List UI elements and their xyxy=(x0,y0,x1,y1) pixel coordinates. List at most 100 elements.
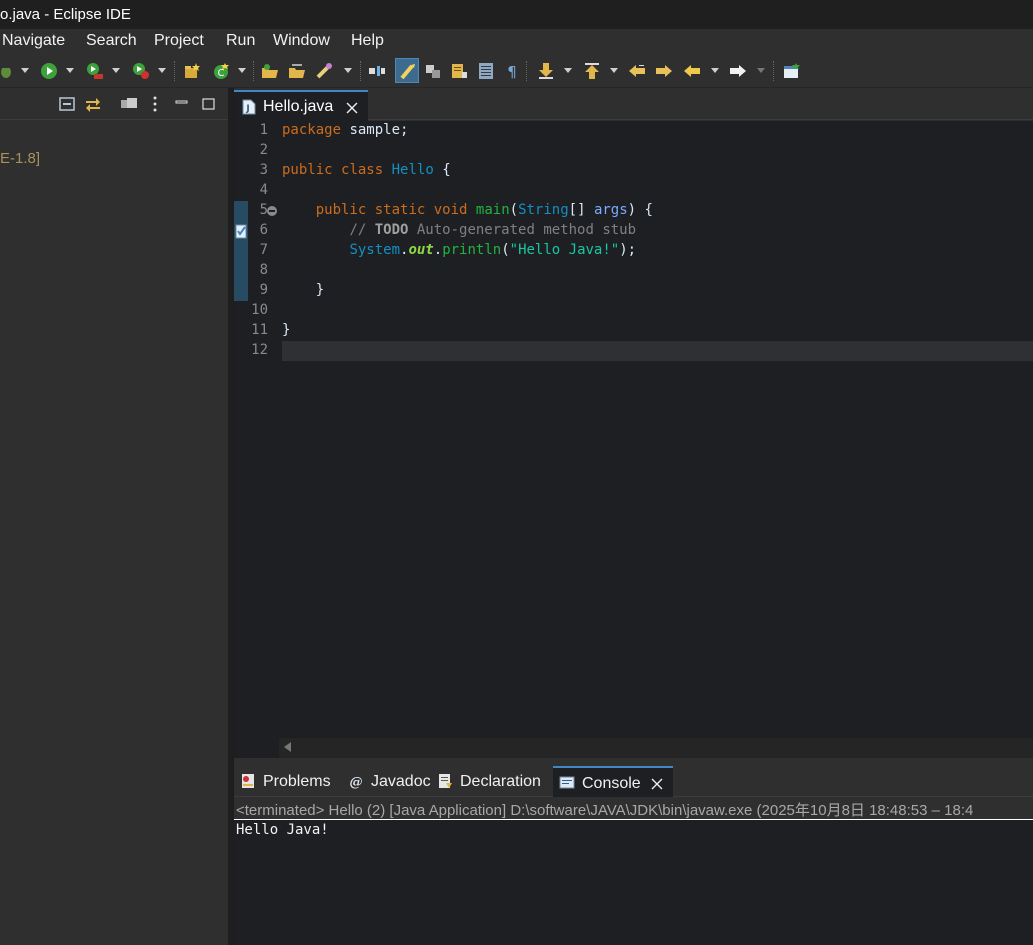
minimize-icon[interactable] xyxy=(173,95,191,113)
svg-text:C: C xyxy=(218,68,225,79)
tab-label: Console xyxy=(582,775,641,792)
open-perspective-icon[interactable] xyxy=(783,62,801,80)
code-line: public class Hello { xyxy=(282,162,451,178)
menu-run[interactable]: Run xyxy=(226,32,255,50)
line-number: 12 xyxy=(251,342,268,358)
line-number: 5 xyxy=(259,202,268,218)
editor-tab-bar: J Hello.java xyxy=(234,88,1033,121)
line-number: 9 xyxy=(259,282,268,298)
mark-occurrences-icon[interactable] xyxy=(395,58,419,83)
chevron-down-icon[interactable] xyxy=(344,68,352,74)
current-line-highlight xyxy=(282,341,1033,361)
code-line: public static void main(String[] args) { xyxy=(315,202,653,218)
forward-arrow-icon[interactable] xyxy=(729,62,747,80)
external-tools-icon[interactable] xyxy=(132,62,150,80)
line-number: 8 xyxy=(259,262,268,278)
menu-navigate[interactable]: Navigate xyxy=(2,32,65,50)
back-arrow-icon[interactable] xyxy=(683,62,701,80)
block-selection-icon[interactable] xyxy=(424,62,442,80)
window-title: o.java - Eclipse IDE xyxy=(0,6,131,23)
code-editor[interactable]: 1 2 3 4 5 6 7 8 9 10 11 12 package sampl… xyxy=(234,121,1033,758)
console-output-area[interactable]: Hello Java! xyxy=(234,820,1033,945)
menu-window[interactable]: Window xyxy=(273,32,330,50)
package-explorer-header xyxy=(0,88,228,120)
java-file-icon: J xyxy=(242,99,256,115)
chevron-down-icon[interactable] xyxy=(238,68,246,74)
svg-text:@: @ xyxy=(350,775,363,789)
chevron-down-icon[interactable] xyxy=(158,68,166,74)
close-icon[interactable] xyxy=(346,101,358,114)
chevron-down-icon[interactable] xyxy=(610,68,618,74)
code-line: // TODO Auto-generated method stub xyxy=(349,222,637,238)
code-line: } xyxy=(282,322,291,338)
toolbar-separator xyxy=(253,61,254,81)
maximize-icon[interactable] xyxy=(200,95,218,113)
tab-label: Declaration xyxy=(460,773,541,790)
bottom-panel-tabs: Problems @ Javadoc Declaration Console xyxy=(234,766,1033,797)
line-number: 10 xyxy=(251,302,268,318)
package-explorer-panel: E-1.8] xyxy=(0,88,228,945)
menu-bar: Navigate Search Project Run Window Help xyxy=(0,29,1033,54)
toolbar-separator xyxy=(174,61,175,81)
line-number: 2 xyxy=(259,142,268,158)
line-number: 4 xyxy=(259,182,268,198)
chevron-down-icon[interactable] xyxy=(112,68,120,74)
new-java-project-icon[interactable] xyxy=(183,62,201,80)
svg-text:¶: ¶ xyxy=(507,63,517,80)
tab-label: Problems xyxy=(263,773,331,790)
open-type-icon[interactable] xyxy=(261,62,279,80)
show-whitespace-editor-icon[interactable] xyxy=(450,62,468,80)
tab-hello-java[interactable]: J Hello.java xyxy=(234,90,368,121)
toolbar-separator xyxy=(526,61,527,81)
collapse-all-icon[interactable] xyxy=(58,95,76,113)
toggle-breadcrumb-icon[interactable] xyxy=(368,62,386,80)
close-icon[interactable] xyxy=(651,777,663,790)
pilcrow-icon[interactable]: ¶ xyxy=(503,62,521,80)
tab-javadoc[interactable]: @ Javadoc xyxy=(342,766,438,797)
link-with-editor-icon[interactable] xyxy=(84,95,102,113)
declaration-icon xyxy=(437,773,453,789)
tab-problems[interactable]: Problems xyxy=(234,766,342,797)
line-number: 3 xyxy=(259,162,268,178)
tab-label: Hello.java xyxy=(263,98,334,115)
coverage-icon[interactable] xyxy=(86,62,104,80)
console-status: <terminated> Hello (2) [Java Application… xyxy=(234,797,1033,819)
open-task-icon[interactable] xyxy=(288,62,306,80)
previous-annotation-icon[interactable] xyxy=(583,62,601,80)
chevron-down-icon[interactable] xyxy=(564,68,572,74)
line-number: 7 xyxy=(259,242,268,258)
chevron-down-icon[interactable] xyxy=(711,68,719,74)
tab-label: Javadoc xyxy=(371,773,431,790)
search-icon[interactable] xyxy=(315,62,333,80)
line-number: 6 xyxy=(259,222,268,238)
new-class-icon[interactable]: C xyxy=(212,62,230,80)
code-line: System.out.println("Hello Java!"); xyxy=(349,242,637,258)
last-edit-location-icon[interactable] xyxy=(628,62,646,80)
filters-icon[interactable] xyxy=(120,95,138,113)
code-line: package sample; xyxy=(282,122,409,138)
collapse-icon[interactable] xyxy=(267,206,277,216)
svg-text:J: J xyxy=(245,104,249,114)
forward-edit-icon[interactable] xyxy=(655,62,673,80)
menu-project[interactable]: Project xyxy=(154,32,204,50)
chevron-down-icon[interactable] xyxy=(21,68,29,74)
menu-help[interactable]: Help xyxy=(351,32,384,50)
debug-icon[interactable] xyxy=(0,62,18,80)
horizontal-scrollbar[interactable] xyxy=(279,738,1033,758)
tab-console[interactable]: Console xyxy=(553,766,673,797)
problems-icon xyxy=(240,773,256,789)
javadoc-icon: @ xyxy=(348,773,364,790)
scroll-left-icon[interactable] xyxy=(284,742,291,752)
jre-library-item[interactable]: E-1.8] xyxy=(0,150,40,167)
run-icon[interactable] xyxy=(40,62,58,80)
line-number: 11 xyxy=(251,322,268,338)
chevron-down-icon[interactable] xyxy=(757,68,765,74)
chevron-down-icon[interactable] xyxy=(66,68,74,74)
console-status-text: <terminated> Hello (2) [Java Application… xyxy=(236,802,974,819)
open-console-icon[interactable] xyxy=(477,62,495,80)
tab-declaration[interactable]: Declaration xyxy=(431,766,549,797)
menu-search[interactable]: Search xyxy=(86,32,137,50)
view-menu-icon[interactable] xyxy=(146,95,164,113)
next-annotation-icon[interactable] xyxy=(537,62,555,80)
panel-gap xyxy=(234,758,1033,766)
